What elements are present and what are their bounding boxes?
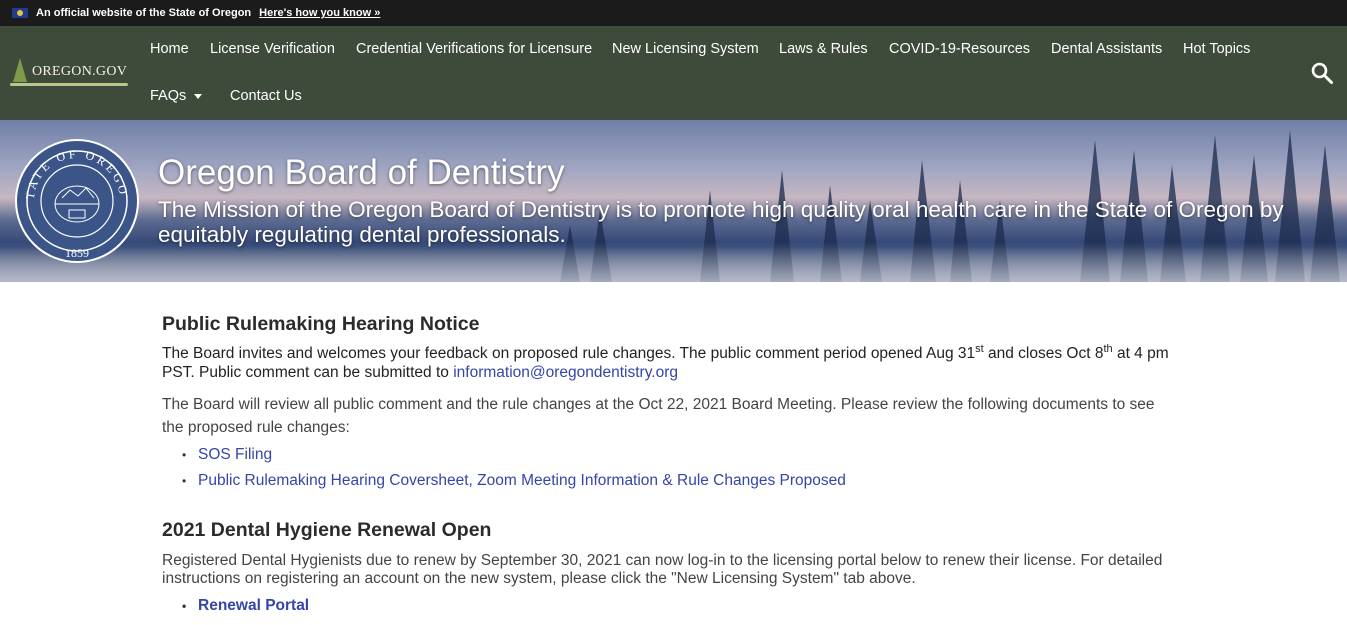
official-banner: An official website of the State of Oreg… bbox=[0, 0, 1347, 26]
rulemaking-documents-list: SOS Filing Public Rulemaking Hearing Cov… bbox=[182, 442, 846, 494]
rulemaking-text-a: The Board invites and welcomes your feed… bbox=[162, 345, 976, 362]
oregon-gov-logo[interactable]: OREGON.GOV bbox=[10, 54, 132, 90]
section-heading-rulemaking: Public Rulemaking Hearing Notice bbox=[162, 313, 480, 335]
renewal-portal-link[interactable]: Renewal Portal bbox=[198, 597, 309, 614]
superscript-th: th bbox=[1103, 342, 1113, 355]
page-title: Oregon Board of Dentistry bbox=[158, 153, 565, 192]
nav-item-faqs-label: FAQs bbox=[150, 88, 187, 104]
nav-item-credential-verifications[interactable]: Credential Verifications for Licensure bbox=[356, 41, 592, 57]
oregon-flag-icon bbox=[12, 8, 28, 18]
rulemaking-paragraph: The Board invites and welcomes your feed… bbox=[162, 342, 1177, 382]
mission-statement: The Mission of the Oregon Board of Denti… bbox=[158, 197, 1284, 247]
caret-down-icon bbox=[194, 93, 203, 99]
state-seal-icon: STATE OF OREGON 1859 bbox=[14, 138, 139, 263]
heres-how-you-know-link[interactable]: Here's how you know » bbox=[259, 7, 380, 19]
search-icon[interactable] bbox=[1310, 61, 1334, 85]
logo-text: OREGON.GOV bbox=[32, 64, 128, 79]
nav-item-license-verification[interactable]: License Verification bbox=[210, 41, 335, 57]
nav-item-laws-rules[interactable]: Laws & Rules bbox=[779, 41, 868, 57]
superscript-st: st bbox=[975, 342, 984, 355]
coversheet-link[interactable]: Public Rulemaking Hearing Coversheet, Zo… bbox=[198, 472, 846, 489]
nav-item-contact-us[interactable]: Contact Us bbox=[230, 88, 302, 104]
rulemaking-text-b: and closes Oct 8 bbox=[983, 345, 1104, 362]
nav-item-home[interactable]: Home bbox=[150, 41, 189, 57]
nav-item-covid-resources[interactable]: COVID-19-Resources bbox=[889, 41, 1030, 57]
nav-item-faqs[interactable]: FAQs bbox=[150, 88, 203, 104]
nav-item-hot-topics[interactable]: Hot Topics bbox=[1183, 41, 1250, 57]
list-item: Public Rulemaking Hearing Coversheet, Zo… bbox=[182, 468, 846, 494]
seal-year: 1859 bbox=[65, 246, 89, 260]
hero-mist bbox=[0, 242, 1347, 282]
main-navigation: OREGON.GOV Home License Verification Cre… bbox=[0, 26, 1347, 120]
renewal-links-list: Renewal Portal bbox=[182, 593, 309, 619]
nav-item-dental-assistants[interactable]: Dental Assistants bbox=[1051, 41, 1162, 57]
nav-item-new-licensing-system[interactable]: New Licensing System bbox=[612, 41, 759, 57]
list-item: SOS Filing bbox=[182, 442, 846, 468]
official-banner-text: An official website of the State of Oreg… bbox=[36, 7, 252, 19]
list-item: Renewal Portal bbox=[182, 593, 309, 619]
sos-filing-link[interactable]: SOS Filing bbox=[198, 446, 272, 463]
email-link[interactable]: information@oregondentistry.org bbox=[453, 364, 678, 381]
tree-logo-icon bbox=[10, 56, 128, 88]
renewal-paragraph: Registered Dental Hygienists due to rene… bbox=[162, 552, 1163, 587]
review-paragraph: The Board will review all public comment… bbox=[162, 396, 1155, 436]
section-heading-renewal: 2021 Dental Hygiene Renewal Open bbox=[162, 519, 492, 541]
